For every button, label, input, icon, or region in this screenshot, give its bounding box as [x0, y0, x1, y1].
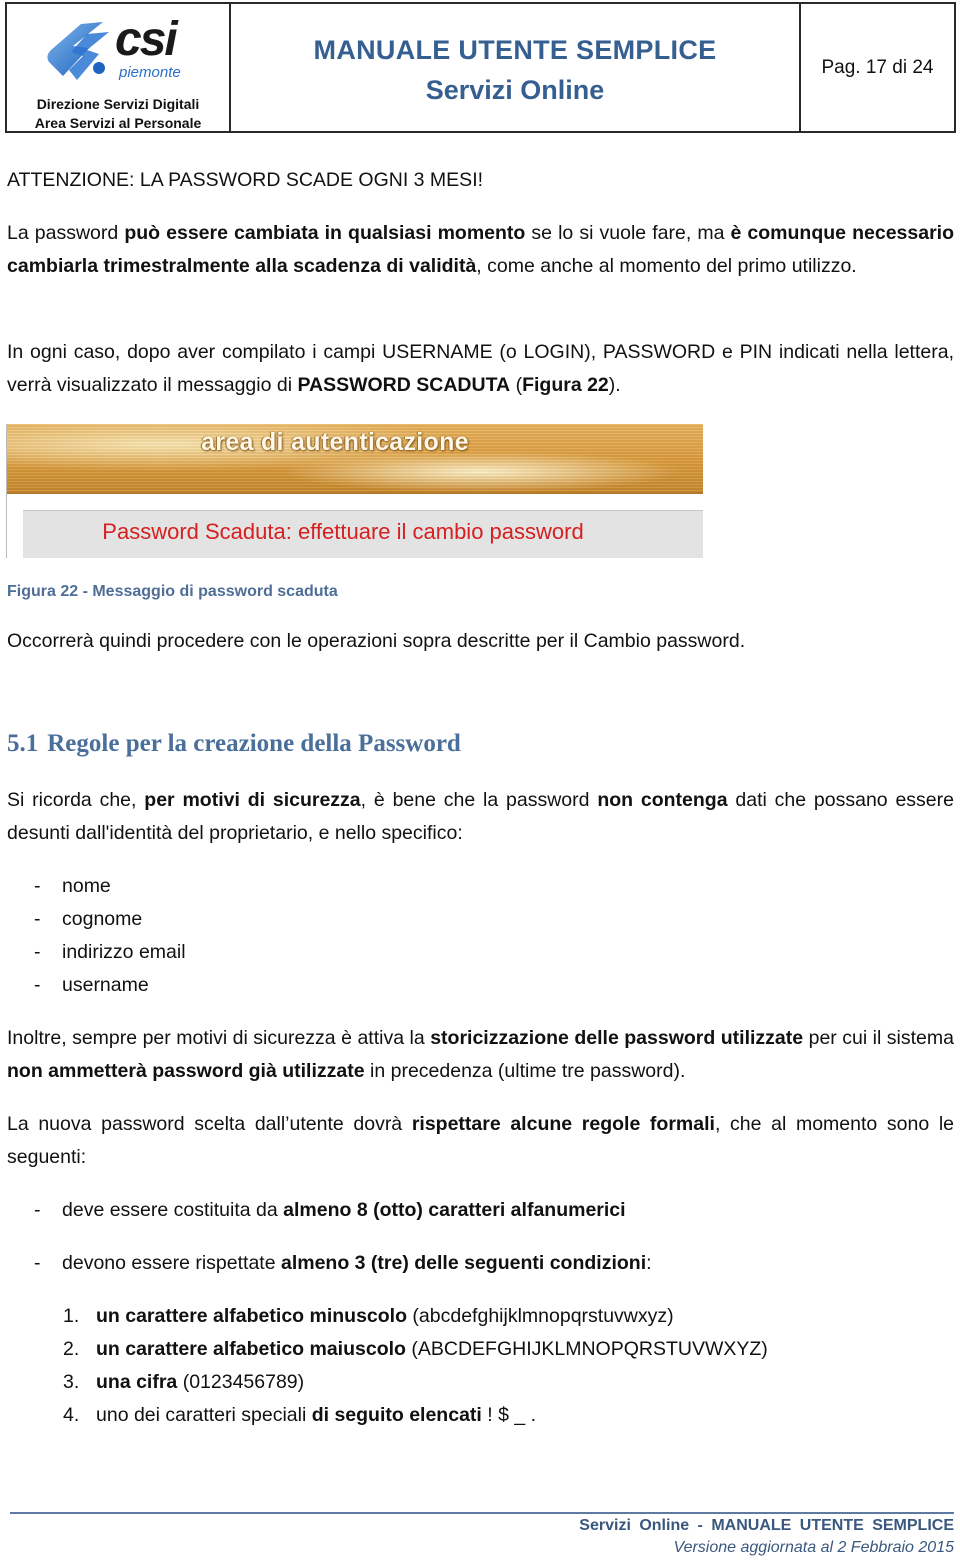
bold-text: un carattere alfabetico maiuscolo	[96, 1338, 406, 1360]
bold-text: PASSWORD SCADUTA	[297, 374, 511, 396]
bold-text: storicizzazione delle password utilizzat…	[430, 1027, 804, 1049]
section-heading: 5.1 Regole per la creazione della Passwor…	[7, 730, 461, 758]
auth-area-banner: area di autenticazione	[7, 424, 703, 494]
paragraph-password-change: La password può essere cambiata in quals…	[7, 217, 954, 283]
auth-area-title: area di autenticazione	[201, 428, 469, 456]
department-line-1: Direzione Servizi Digitali	[36, 96, 200, 112]
dash-bullet: -	[34, 875, 41, 897]
text: Inoltre, sempre per motivi di sicurezza …	[7, 1027, 431, 1049]
text: per cui il sistema	[803, 1027, 954, 1049]
bold-text: può essere cambiata in qualsiasi momento	[124, 222, 526, 244]
text: uno dei caratteri speciali	[96, 1404, 312, 1426]
text: devono essere rispettate	[62, 1252, 281, 1274]
paragraph-expired-message: In ogni caso, dopo aver compilato i camp…	[7, 336, 954, 402]
paragraph-proceed: Occorrerà quindi procedere con le operaz…	[7, 630, 746, 652]
section-title: Regole per la creazione della Password	[47, 730, 461, 757]
header-logo-cell: csi piemonte Direzione Servizi Digitali …	[7, 4, 231, 131]
rule-text: deve essere costituita da almeno 8 (otto…	[62, 1194, 626, 1227]
warning-text: ATTENZIONE: LA PASSWORD SCADE OGNI 3 MES…	[7, 169, 484, 191]
text: ).	[608, 374, 621, 396]
list-item-text: cognome	[62, 908, 143, 930]
rule-text: devono essere rispettate almeno 3 (tre) …	[62, 1247, 652, 1280]
section-number: 5.1	[7, 730, 39, 757]
dash-bullet: -	[34, 1252, 41, 1274]
text: (	[510, 374, 523, 396]
text: se lo si vuole fare, ma	[525, 222, 731, 244]
footer-title: Servizi Online - MANUALE UTENTE SEMPLICE	[579, 1517, 954, 1534]
expired-message-box: Password Scaduta: effettuare il cambio p…	[23, 510, 703, 558]
text: Si ricorda che,	[7, 789, 145, 811]
manual-subtitle: Servizi Online	[425, 75, 605, 105]
text: (ABCDEFGHIJKLMNOPQRSTUVWXYZ)	[405, 1338, 768, 1360]
bold-text: un carattere alfabetico minuscolo	[96, 1305, 408, 1327]
dash-bullet: -	[34, 941, 41, 963]
text: (abcdefghijklmnopqrstuvwxyz)	[407, 1305, 674, 1327]
dash-bullet: -	[34, 1199, 41, 1221]
text: :	[646, 1252, 652, 1274]
item-number: 1.	[63, 1305, 80, 1327]
list-item-text: username	[62, 974, 149, 996]
page-number: Pag. 17 di 24	[821, 56, 934, 78]
text: deve essere costituita da	[62, 1199, 284, 1221]
list-item-text: indirizzo email	[62, 941, 186, 963]
text: , è bene che la password	[360, 789, 598, 811]
text: La password	[7, 222, 125, 244]
bold-text: rispettare alcune regole formali	[411, 1113, 715, 1135]
condition-item: 4. uno dei caratteri speciali di seguito …	[63, 1399, 536, 1432]
text: La nuova password scelta dall’utente dov…	[7, 1113, 412, 1135]
bold-text: di seguito elencati	[311, 1404, 482, 1426]
text: ! $ _ .	[481, 1404, 537, 1426]
paragraph-formal-rules: La nuova password scelta dall’utente dov…	[7, 1108, 954, 1174]
department-label: Direzione Servizi Digitali Area Servizi …	[7, 95, 229, 133]
paragraph-password-history: Inoltre, sempre per motivi di sicurezza …	[7, 1022, 954, 1088]
text: in precedenza (ultime tre password).	[364, 1060, 686, 1082]
department-line-2: Area Servizi al Personale	[34, 115, 202, 131]
bold-text: una cifra	[96, 1371, 178, 1393]
bold-text: almeno 3 (tre) delle seguenti condizioni	[280, 1252, 647, 1274]
text: , come anche al momento del primo utiliz…	[476, 255, 857, 277]
item-number: 4.	[63, 1404, 80, 1426]
csi-piemonte-logo: csi piemonte	[43, 13, 203, 88]
bold-text: non ammetterà password già utilizzate	[7, 1060, 365, 1082]
item-number: 2.	[63, 1338, 80, 1360]
item-number: 3.	[63, 1371, 80, 1393]
bold-text: per motivi di sicurezza	[144, 789, 361, 811]
figure-22-screenshot: area di autenticazione Password Scaduta:…	[6, 424, 703, 558]
condition-item: 1. un carattere alfabetico minuscolo (abc…	[63, 1300, 674, 1333]
csi-piemonte-logo-icon	[47, 22, 109, 80]
figure-reference: Figura 22	[522, 374, 609, 396]
list-item-text: nome	[62, 875, 111, 897]
text: (0123456789)	[177, 1371, 305, 1393]
dash-bullet: -	[34, 908, 41, 930]
expired-message-text: Password Scaduta: effettuare il cambio p…	[102, 519, 584, 544]
logo-brand-text: csi	[115, 13, 178, 66]
bold-text: non contenga	[597, 789, 728, 811]
condition-item: 2. un carattere alfabetico maiuscolo (ABC…	[63, 1333, 768, 1366]
paragraph-security-reminder: Si ricorda che, per motivi di sicurezza,…	[7, 784, 954, 850]
figure-caption: Figura 22 - Messaggio di password scadut…	[7, 583, 338, 600]
header-title-cell: MANUALE UTENTE SEMPLICE Servizi Online	[231, 4, 801, 131]
manual-title: MANUALE UTENTE SEMPLICE	[313, 35, 717, 65]
bold-text: almeno 8 (otto) caratteri alfanumerici	[283, 1199, 626, 1221]
page-header: csi piemonte Direzione Servizi Digitali …	[5, 2, 956, 133]
condition-item: 3. una cifra (0123456789)	[63, 1366, 304, 1399]
dash-bullet: -	[34, 974, 41, 996]
footer-version: Versione aggiornata al 2 Febbraio 2015	[673, 1539, 955, 1556]
logo-sub-text: piemonte	[119, 64, 181, 81]
footer-divider	[10, 1512, 954, 1514]
